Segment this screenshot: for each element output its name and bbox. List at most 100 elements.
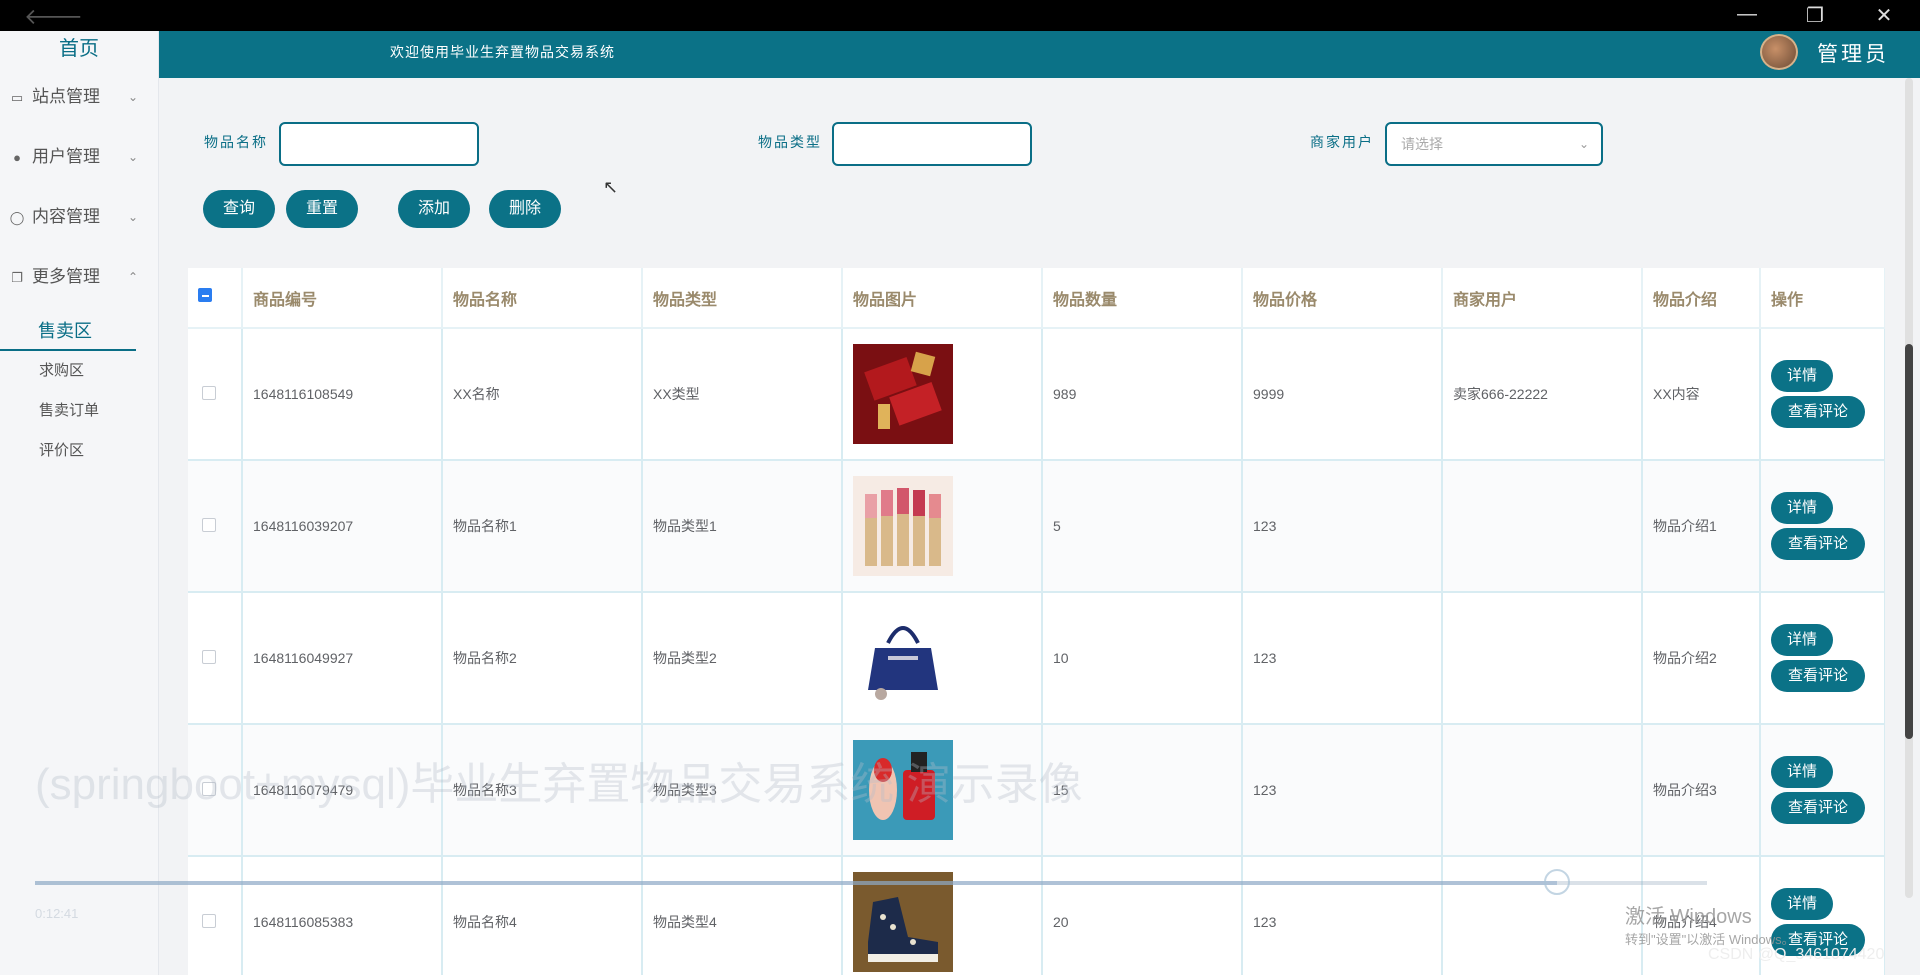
restore-icon[interactable]: ❐ xyxy=(1795,3,1835,28)
user-icon: ● xyxy=(13,150,21,165)
detail-button[interactable]: 详情 xyxy=(1771,624,1833,656)
cell-name: 物品名称1 xyxy=(442,460,643,593)
cell-intro: 物品介绍2 xyxy=(1642,592,1761,725)
cell-type: 物品类型4 xyxy=(642,856,843,975)
window-titlebar: 🡐 — ❐ ✕ xyxy=(0,0,1920,31)
cell-id: 1648116049927 xyxy=(242,592,443,725)
items-table: 商品编号 物品名称 物品类型 物品图片 物品数量 物品价格 商家用户 物品介绍 … xyxy=(188,268,1885,975)
row-select-cell xyxy=(188,856,243,975)
detail-button[interactable]: 详情 xyxy=(1771,492,1833,524)
delete-button[interactable]: 删除 xyxy=(489,190,561,228)
cell-image xyxy=(842,856,1043,975)
view-reviews-button[interactable]: 查看评论 xyxy=(1771,660,1865,692)
table-row: 1648116039207 物品名称1 物品类型1 5 123 物品介绍1 详情… xyxy=(188,460,1885,593)
column-header: 操作 xyxy=(1760,268,1885,329)
cell-id: 1648116108549 xyxy=(242,328,443,461)
lipsticks-image[interactable] xyxy=(853,476,953,576)
minimize-icon[interactable]: — xyxy=(1727,3,1767,26)
chevron-down-icon: ⌄ xyxy=(127,210,138,224)
admin-label[interactable]: 管理员 xyxy=(1817,38,1889,68)
reset-button[interactable]: 重置 xyxy=(286,190,358,228)
column-header: 商家用户 xyxy=(1442,268,1643,329)
cell-actions: 详情 查看评论 xyxy=(1760,328,1885,461)
back-arrow-icon[interactable]: 🡐 xyxy=(24,4,83,30)
view-reviews-button[interactable]: 查看评论 xyxy=(1771,396,1865,428)
avatar[interactable] xyxy=(1760,34,1798,70)
csdn-watermark: CSDN @Q_3461074420 xyxy=(1708,946,1885,963)
column-header: 物品介绍 xyxy=(1642,268,1761,329)
cell-intro: XX内容 xyxy=(1642,328,1761,461)
row-checkbox[interactable] xyxy=(202,517,216,532)
view-reviews-button[interactable]: 查看评论 xyxy=(1771,528,1865,560)
cell-actions: 详情 查看评论 xyxy=(1760,592,1885,725)
handbag-image[interactable] xyxy=(853,608,953,708)
sidebar-item-buy-area[interactable]: 求购区 xyxy=(0,351,158,391)
scrollbar-thumb[interactable] xyxy=(1905,344,1913,739)
sidebar-menu-users[interactable]: ● 用户管理 ⌄ xyxy=(0,127,158,187)
chevron-down-icon: ⌄ xyxy=(127,90,138,104)
close-icon[interactable]: ✕ xyxy=(1864,3,1904,28)
detail-button[interactable]: 详情 xyxy=(1771,756,1833,788)
row-checkbox[interactable] xyxy=(202,913,216,928)
windows-activation-notice: 激活 Windows 转到"设置"以激活 Windows。 xyxy=(1625,900,1795,948)
welcome-text: 欢迎使用毕业生弃置物品交易系统 xyxy=(390,45,615,61)
sidebar-menu-label: 用户管理 xyxy=(32,147,100,166)
items-table-wrap: 商品编号 物品名称 物品类型 物品图片 物品数量 物品价格 商家用户 物品介绍 … xyxy=(188,268,1885,975)
activate-title: 激活 Windows xyxy=(1625,906,1752,928)
cell-seller xyxy=(1442,460,1643,593)
table-row: 1648116049927 物品名称2 物品类型2 10 123 物品介绍2 详… xyxy=(188,592,1885,725)
sidebar-item-sell-area[interactable]: 售卖区 xyxy=(0,311,136,351)
row-checkbox[interactable] xyxy=(202,385,216,400)
cell-image xyxy=(842,592,1043,725)
cell-intro: 物品介绍3 xyxy=(1642,724,1761,857)
sidebar-home-link[interactable]: 首页 xyxy=(0,31,158,67)
page-scrollbar[interactable] xyxy=(1905,78,1913,898)
video-progress-bar[interactable] xyxy=(35,869,1707,895)
lipstick-box-image[interactable] xyxy=(853,344,953,444)
copy-icon: ❐ xyxy=(11,270,23,285)
sidebar-menu-site[interactable]: ▭ 站点管理 ⌄ xyxy=(0,67,158,127)
item-name-input[interactable] xyxy=(279,122,479,166)
detail-button[interactable]: 详情 xyxy=(1771,360,1833,392)
sidebar-menu-more[interactable]: ❐ 更多管理 ⌃ xyxy=(0,247,158,307)
column-header: 物品类型 xyxy=(642,268,843,329)
row-select-cell xyxy=(188,328,243,461)
view-reviews-button[interactable]: 查看评论 xyxy=(1771,792,1865,824)
cell-price: 9999 xyxy=(1242,328,1443,461)
query-button[interactable]: 查询 xyxy=(203,190,275,228)
cell-seller xyxy=(1442,592,1643,725)
chevron-down-icon: ⌄ xyxy=(1578,137,1589,151)
item-type-label: 物品类型 xyxy=(758,135,822,151)
select-all-cell xyxy=(188,268,243,329)
column-header: 商品编号 xyxy=(242,268,443,329)
chevron-down-icon: ⌄ xyxy=(127,150,138,164)
column-header: 物品图片 xyxy=(842,268,1043,329)
cell-qty: 20 xyxy=(1042,856,1243,975)
cell-actions: 详情 查看评论 xyxy=(1760,724,1885,857)
sidebar: 首页 ▭ 站点管理 ⌄ ● 用户管理 ⌄ ◯ 内容管理 ⌄ ❐ 更多管理 ⌃ 售卖区 求… xyxy=(0,31,159,975)
seller-label: 商家用户 xyxy=(1310,135,1374,151)
sneakers-image[interactable] xyxy=(853,872,953,972)
cell-name: XX名称 xyxy=(442,328,643,461)
sidebar-item-sell-orders[interactable]: 售卖订单 xyxy=(0,391,158,431)
cell-price: 123 xyxy=(1242,592,1443,725)
row-select-cell xyxy=(188,592,243,725)
column-header: 物品名称 xyxy=(442,268,643,329)
video-progress-knob[interactable] xyxy=(1543,869,1570,895)
select-all-checkbox[interactable] xyxy=(198,288,212,302)
cell-price: 123 xyxy=(1242,724,1443,857)
cell-type: XX类型 xyxy=(642,328,843,461)
item-type-input[interactable] xyxy=(832,122,1032,166)
chevron-up-icon: ⌃ xyxy=(127,270,138,284)
sidebar-menu-label: 更多管理 xyxy=(32,267,100,286)
column-header: 物品数量 xyxy=(1042,268,1243,329)
sidebar-item-reviews[interactable]: 评价区 xyxy=(0,431,158,471)
seller-select[interactable]: 请选择 ⌄ xyxy=(1385,122,1603,166)
row-checkbox[interactable] xyxy=(202,649,216,664)
sidebar-menu-label: 内容管理 xyxy=(32,207,100,226)
sidebar-menu-label: 站点管理 xyxy=(32,87,100,106)
cell-type: 物品类型1 xyxy=(642,460,843,593)
main-content: 物品名称 物品类型 商家用户 请选择 ⌄ 查询 重置 添加 删除 商品编号 物品… xyxy=(160,78,1900,975)
sidebar-menu-content[interactable]: ◯ 内容管理 ⌄ xyxy=(0,187,158,247)
add-button[interactable]: 添加 xyxy=(398,190,470,228)
